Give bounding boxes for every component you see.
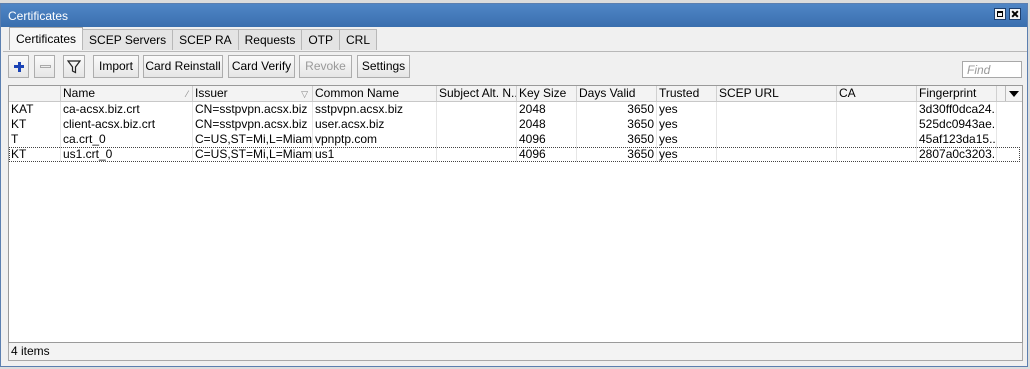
filter-icon: [67, 60, 81, 74]
tab-requests[interactable]: Requests: [237, 29, 303, 50]
card-verify-button[interactable]: Card Verify: [228, 55, 295, 78]
column-header-flags[interactable]: [9, 86, 61, 101]
import-button[interactable]: Import: [93, 55, 139, 78]
item-count: 4 items: [11, 344, 50, 358]
row-key-size: 4096: [517, 132, 577, 147]
row-days-valid: 3650: [577, 132, 657, 147]
column-header-key-size[interactable]: Key Size: [517, 86, 577, 101]
filter-button[interactable]: [63, 55, 85, 78]
row-name: client-acsx.biz.crt: [61, 117, 193, 132]
column-menu-dropdown-icon[interactable]: [1005, 86, 1022, 101]
row-trusted: yes: [657, 147, 717, 162]
status-bar: 4 items: [8, 343, 1023, 361]
row-common-name: vpnptp.com: [313, 132, 437, 147]
row-ca: [837, 147, 917, 162]
row-subject-alt: [437, 117, 517, 132]
row-name: ca-acsx.biz.crt: [61, 102, 193, 117]
row-common-name: user.acsx.biz: [313, 117, 437, 132]
find-input[interactable]: [962, 61, 1022, 78]
revoke-button[interactable]: Revoke: [299, 55, 352, 78]
row-fingerprint: 2807a0c3203...: [919, 147, 997, 162]
column-header-name[interactable]: Name ⁄: [61, 86, 193, 101]
row-flags: KAT: [9, 102, 61, 117]
tab-scep-ra[interactable]: SCEP RA: [172, 29, 239, 50]
row-subject-alt: [437, 147, 517, 162]
tab-bar: Certificates SCEP Servers SCEP RA Reques…: [9, 27, 378, 51]
table-header: Name ⁄ Issuer ▽ Common Name Subject Alt.…: [9, 86, 1022, 102]
minus-icon: [35, 56, 54, 77]
tab-certificates[interactable]: Certificates: [9, 27, 84, 50]
row-trusted: yes: [657, 102, 717, 117]
row-fingerprint: 525dc0943ae...: [919, 117, 997, 132]
column-header-trusted[interactable]: Trusted: [657, 86, 717, 101]
row-flags: KT: [9, 147, 61, 162]
row-issuer: C=US,ST=Mi,L=Miami...: [195, 132, 313, 147]
tab-divider: [3, 51, 1027, 52]
settings-button[interactable]: Settings: [357, 55, 410, 78]
row-issuer: CN=sstpvpn.acsx.biz: [193, 117, 313, 132]
window-title: Certificates: [8, 9, 69, 23]
row-scep-url: [717, 102, 837, 117]
row-days-valid: 3650: [577, 117, 657, 132]
tab-otp[interactable]: OTP: [301, 29, 341, 50]
row-fingerprint: 3d30ff0dca24...: [919, 102, 997, 117]
column-header-subject-alt[interactable]: Subject Alt. N...: [437, 86, 517, 101]
certificates-table: Name ⁄ Issuer ▽ Common Name Subject Alt.…: [8, 85, 1023, 343]
row-common-name: sstpvpn.acsx.biz: [313, 102, 437, 117]
row-key-size: 2048: [517, 117, 577, 132]
table-row[interactable]: T ca.crt_0 C=US,ST=Mi,L=Miami... vpnptp.…: [9, 132, 1020, 147]
sort-indicator-icon: ▽: [301, 89, 308, 99]
row-trusted: yes: [657, 117, 717, 132]
row-ca: [837, 117, 917, 132]
row-key-size: 4096: [517, 147, 577, 162]
title-bar[interactable]: Certificates: [1, 4, 1027, 27]
row-flags: T: [9, 132, 61, 147]
row-scep-url: [717, 147, 837, 162]
row-days-valid: 3650: [577, 147, 657, 162]
row-flags: KT: [9, 117, 61, 132]
add-button[interactable]: [8, 55, 29, 78]
row-ca: [837, 102, 917, 117]
column-header-common-name[interactable]: Common Name: [313, 86, 437, 101]
table-row-selected[interactable]: KT us1.crt_0 C=US,ST=Mi,L=Miami... us1 4…: [9, 147, 1020, 162]
column-header-label: Issuer: [195, 86, 228, 100]
row-days-valid: 3650: [577, 102, 657, 117]
tab-scep-servers[interactable]: SCEP Servers: [82, 29, 174, 50]
plus-icon: [9, 56, 28, 77]
row-issuer: C=US,ST=Mi,L=Miami...: [195, 147, 313, 162]
remove-button[interactable]: [34, 55, 55, 78]
row-subject-alt: [437, 132, 517, 147]
column-header-issuer[interactable]: Issuer ▽: [193, 86, 313, 101]
row-subject-alt: [437, 102, 517, 117]
row-fingerprint: 45af123da15...: [919, 132, 997, 147]
row-common-name: us1: [313, 147, 437, 162]
row-key-size: 2048: [517, 102, 577, 117]
column-header-days-valid[interactable]: Days Valid: [577, 86, 657, 101]
row-name: us1.crt_0: [61, 147, 193, 162]
tab-crl[interactable]: CRL: [339, 29, 378, 50]
sort-indicator-icon: ⁄: [186, 89, 188, 99]
row-trusted: yes: [657, 132, 717, 147]
column-header-label: Name: [63, 86, 96, 100]
row-issuer: CN=sstpvpn.acsx.biz: [193, 102, 313, 117]
column-header-ca[interactable]: CA: [837, 86, 917, 101]
row-ca: [837, 132, 917, 147]
column-header-scep-url[interactable]: SCEP URL: [717, 86, 837, 101]
row-scep-url: [717, 117, 837, 132]
table-row[interactable]: KAT ca-acsx.biz.crt CN=sstpvpn.acsx.biz …: [9, 102, 1020, 117]
row-scep-url: [717, 132, 837, 147]
close-icon[interactable]: [1009, 8, 1021, 20]
column-header-fingerprint[interactable]: Fingerprint: [917, 86, 997, 101]
card-reinstall-button[interactable]: Card Reinstall: [143, 55, 223, 78]
table-row[interactable]: KT client-acsx.biz.crt CN=sstpvpn.acsx.b…: [9, 117, 1020, 132]
row-name: ca.crt_0: [61, 132, 193, 147]
restore-icon[interactable]: [994, 8, 1006, 20]
